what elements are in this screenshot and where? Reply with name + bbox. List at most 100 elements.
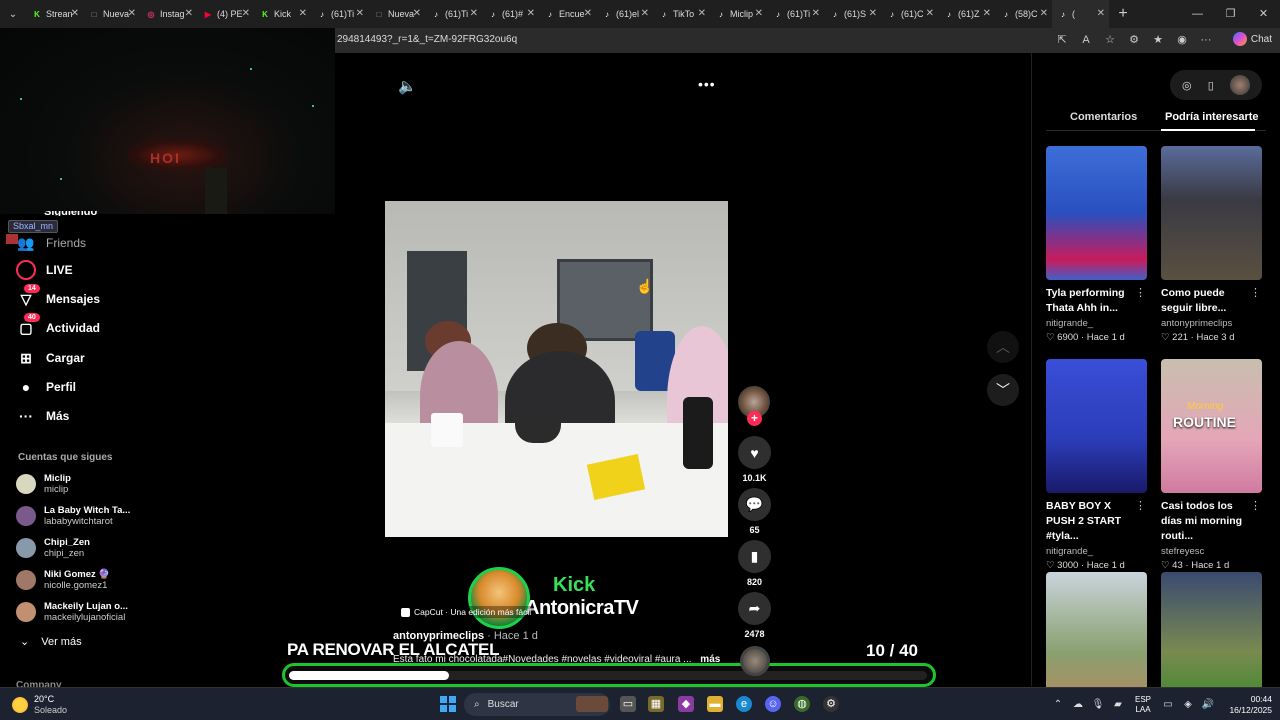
close-window-icon[interactable]: ✕ [1247, 0, 1280, 28]
video-thumbnail[interactable] [1046, 146, 1147, 280]
like-button[interactable]: ♥ [738, 436, 771, 469]
close-tab-icon[interactable]: ✕ [470, 8, 478, 19]
display-icon[interactable]: ▭ [1158, 699, 1178, 710]
browser-tab[interactable]: ♪ (61)# ✕ [482, 0, 539, 28]
following-account[interactable]: Miclip miclip [16, 470, 71, 498]
previous-video-button[interactable]: ︿ [987, 331, 1019, 363]
copilot-button[interactable]: Chat [1232, 32, 1272, 46]
browser-tab[interactable]: ♪ (61)Ti ✕ [425, 0, 482, 28]
close-tab-icon[interactable]: ✕ [1040, 8, 1048, 19]
favorite-star-icon[interactable]: ☆ [1102, 32, 1118, 48]
video-thumbnail[interactable] [1046, 572, 1147, 706]
suggested-video-card[interactable] [1046, 572, 1148, 706]
profile-icon[interactable]: ◉ [1174, 32, 1190, 48]
video-player[interactable] [385, 201, 728, 537]
close-tab-icon[interactable]: ✕ [1097, 8, 1105, 19]
sidebar-item-mensajes[interactable]: ▽ 14 Mensajes [16, 284, 100, 311]
volume-tray-icon[interactable]: 🔊 [1198, 699, 1218, 710]
following-account[interactable]: Niki Gomez 🔮 nicolle.gomez1 [16, 566, 110, 594]
discord-icon[interactable]: ☺ [765, 696, 781, 712]
store-icon[interactable]: ▦ [648, 696, 664, 712]
video-title[interactable]: BABY BOY X PUSH 2 START #tyla... [1046, 499, 1138, 544]
tab-actions-menu-icon[interactable]: ⌄ [0, 0, 26, 28]
sidebar-item-perfil[interactable]: ● Perfil [16, 375, 76, 399]
video-thumbnail[interactable] [1161, 572, 1262, 706]
steam-icon[interactable]: ⚙ [823, 696, 839, 712]
close-tab-icon[interactable]: ✕ [983, 8, 991, 19]
close-tab-icon[interactable]: ✕ [71, 8, 79, 19]
following-account[interactable]: Mackeily Lujan o... mackeilylujanoficial [16, 598, 128, 626]
video-author[interactable]: antonyprimeclips [1161, 318, 1263, 329]
url-field[interactable]: 294814493?_r=1&_t=ZM-92FRG32ou6q [337, 34, 517, 45]
task-view-icon[interactable]: ▭ [620, 696, 636, 712]
coin-icon[interactable]: ◎ [1182, 79, 1192, 92]
close-tab-icon[interactable]: ✕ [128, 8, 136, 19]
sidebar-item-cargar[interactable]: ⊞ Cargar [16, 346, 85, 370]
copilot-app-icon[interactable]: ◆ [678, 696, 694, 712]
edge-icon[interactable]: e [736, 696, 752, 712]
browser-tab[interactable]: ▶ (4) PE ✕ [197, 0, 254, 28]
browser-tab[interactable]: ♪ (61)Z ✕ [938, 0, 995, 28]
start-button[interactable] [440, 696, 456, 712]
suggested-video-card[interactable]: Tyla performing Thata Ahh in... ⋮ nitigran… [1046, 146, 1148, 343]
card-options-icon[interactable]: ⋮ [1250, 286, 1261, 299]
sidebar-item-live[interactable]: LIVE [16, 258, 73, 282]
favorites-icon[interactable]: ★ [1150, 32, 1166, 48]
nav-following-partial[interactable]: Siguiendo [44, 211, 97, 216]
save-button[interactable]: ▮ [738, 540, 771, 573]
browser-tab[interactable]: ♪ (61)S ✕ [824, 0, 881, 28]
suggested-video-card[interactable]: BABY BOY X PUSH 2 START #tyla... ⋮ nitigra… [1046, 359, 1148, 571]
app-icon[interactable]: ◍ [794, 696, 810, 712]
user-avatar[interactable] [1229, 75, 1250, 95]
browser-tab[interactable]: ♪ (61)C ✕ [881, 0, 938, 28]
language-indicator[interactable]: ESP LAA [1128, 695, 1158, 715]
video-thumbnail[interactable] [1161, 146, 1262, 280]
video-author[interactable]: nitigrande_ [1046, 546, 1148, 557]
tray-app-icon[interactable]: ▰ [1108, 699, 1128, 710]
video-title[interactable]: Como puede seguir libre... [1161, 286, 1253, 316]
clock[interactable]: 00:44 16/12/2025 [1218, 694, 1272, 716]
device-icon[interactable]: ▯ [1208, 79, 1214, 92]
progress-bar[interactable] [282, 663, 936, 687]
video-author[interactable]: nitigrande_ [1046, 318, 1148, 329]
extensions-icon[interactable]: ⚙ [1126, 32, 1142, 48]
close-tab-icon[interactable]: ✕ [755, 8, 763, 19]
browser-tab[interactable]: K Kick ✕ [254, 0, 311, 28]
stream-overlay[interactable]: HOI [0, 28, 335, 214]
network-icon[interactable]: ◈ [1178, 699, 1198, 710]
new-tab-button[interactable]: + [1109, 5, 1137, 23]
close-tab-icon[interactable]: ✕ [698, 8, 706, 19]
close-tab-icon[interactable]: ✕ [185, 8, 193, 19]
video-thumbnail[interactable] [1046, 359, 1147, 493]
suggested-video-card[interactable]: Como puede seguir libre... ⋮ antonyprimecl… [1161, 146, 1263, 343]
browser-tab[interactable]: ♪ (61)Ti ✕ [767, 0, 824, 28]
more-menu-icon[interactable]: ··· [1198, 32, 1214, 48]
sidebar-item-friends[interactable]: 👥 Friends [16, 231, 86, 255]
browser-tab[interactable]: ♪(✕ [1052, 0, 1109, 28]
video-options-icon[interactable]: ••• [698, 76, 716, 92]
video-author[interactable]: stefreyesc [1161, 546, 1263, 557]
following-account[interactable]: La Baby Witch Ta... lababywitchtarot [16, 502, 130, 530]
browser-tab[interactable]: □ Nueva ✕ [368, 0, 425, 28]
browser-tab[interactable]: ♪ Miclip ✕ [710, 0, 767, 28]
close-tab-icon[interactable]: ✕ [242, 8, 250, 19]
browser-tab[interactable]: ◎ Instag ✕ [140, 0, 197, 28]
volume-icon[interactable]: 🔈 [398, 77, 417, 95]
close-tab-icon[interactable]: ✕ [926, 8, 934, 19]
sidebar-item-actividad[interactable]: ▢ 40 Actividad [16, 313, 100, 340]
close-tab-icon[interactable]: ✕ [413, 8, 421, 19]
see-more-button[interactable]: ⌄ Ver más [20, 635, 82, 649]
following-account[interactable]: Chipi_Zen chipi_zen [16, 534, 90, 562]
browser-tab[interactable]: ♪ (61)el ✕ [596, 0, 653, 28]
browser-tab[interactable]: ♪ (58)C ✕ [995, 0, 1052, 28]
video-title[interactable]: Tyla performing Thata Ahh in... [1046, 286, 1138, 316]
suggested-video-card[interactable]: Morning ROUTINE Casi todos los días mi mor… [1161, 359, 1263, 571]
tab-comments[interactable]: Comentarios [1070, 111, 1137, 123]
card-options-icon[interactable]: ⋮ [1250, 499, 1261, 512]
browser-tab[interactable]: ♪ (61)Ti ✕ [311, 0, 368, 28]
capcut-label[interactable]: CapCut · Una edición más fácil [398, 606, 535, 618]
share-button[interactable]: ➦ [738, 592, 771, 625]
close-tab-icon[interactable]: ✕ [869, 8, 877, 19]
follow-plus-icon[interactable]: + [747, 411, 762, 426]
close-tab-icon[interactable]: ✕ [299, 8, 307, 19]
